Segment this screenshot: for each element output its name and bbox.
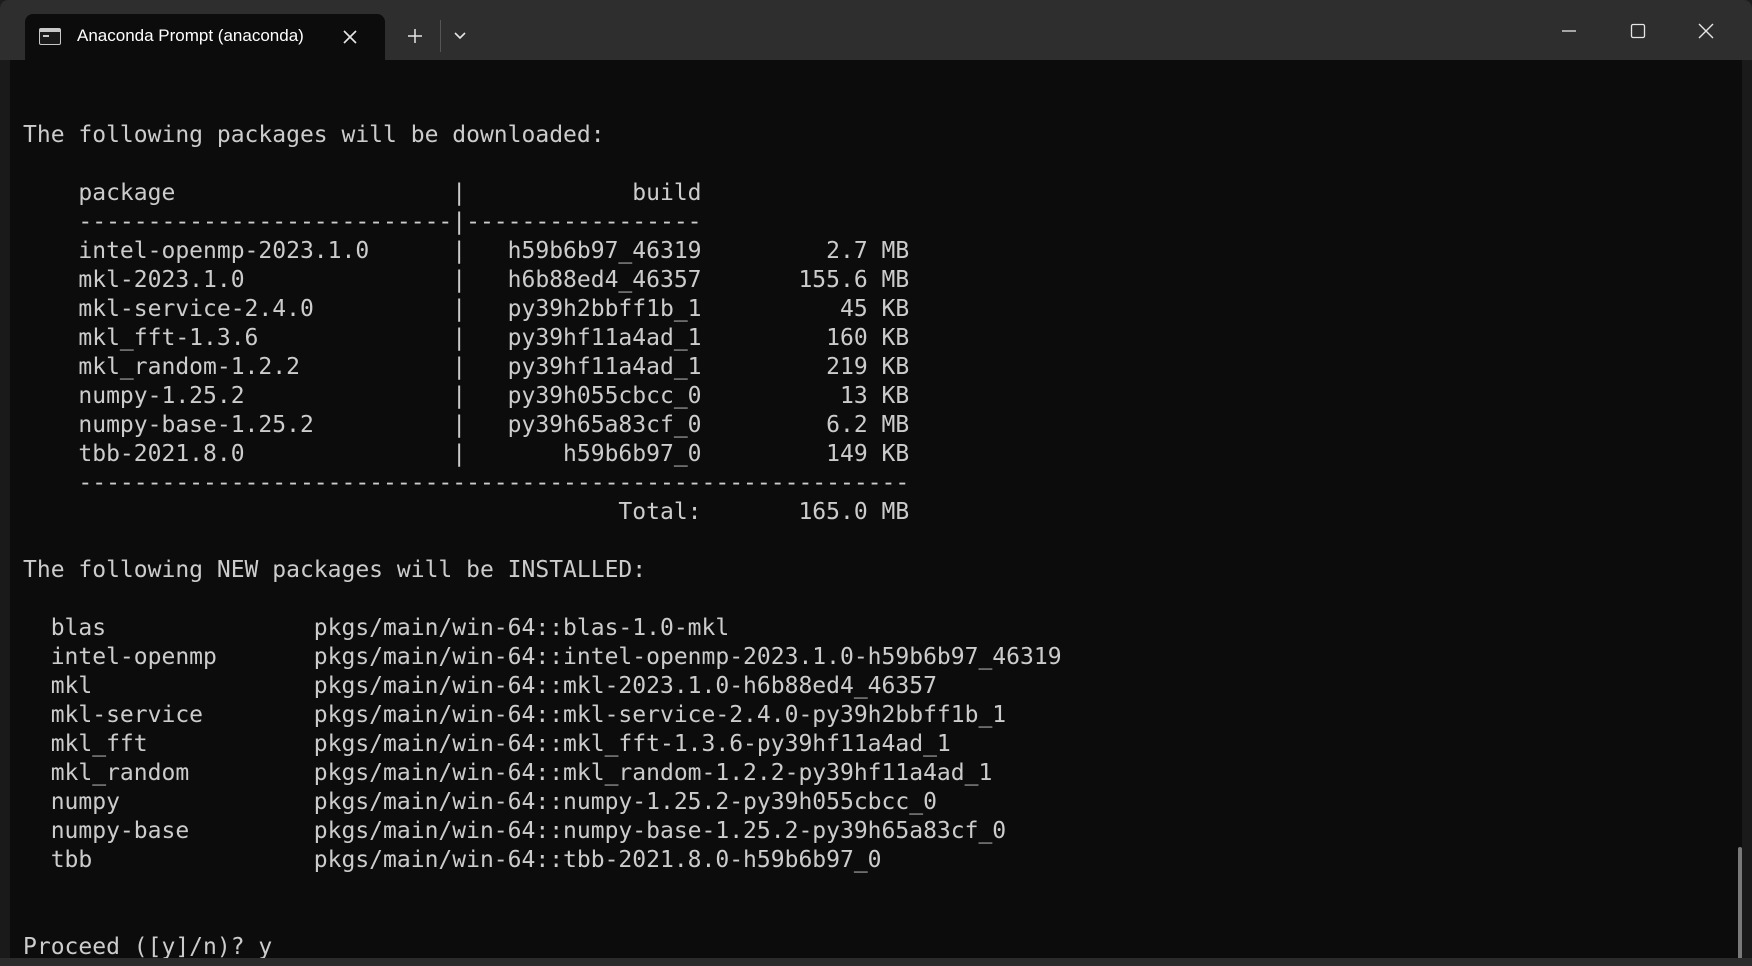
terminal-line: mkl_random pkgs/main/win-64::mkl_random-… <box>23 760 993 786</box>
close-icon <box>343 30 357 44</box>
terminal-line: blas pkgs/main/win-64::blas-1.0-mkl <box>23 615 730 641</box>
terminal-line: numpy-base pkgs/main/win-64::numpy-base-… <box>23 818 1007 844</box>
chevron-down-icon <box>454 32 466 40</box>
minimize-icon <box>1562 30 1576 32</box>
terminal-output: The following packages will be downloade… <box>23 92 1062 960</box>
terminal-line: mkl_random-1.2.2 | py39hf11a4ad_1 219 KB <box>23 354 910 380</box>
terminal-line: mkl-2023.1.0 | h6b88ed4_46357 155.6 MB <box>23 267 910 293</box>
maximize-icon <box>1630 23 1646 39</box>
terminal-line: tbb-2021.8.0 | h59b6b97_0 149 KB <box>23 441 910 467</box>
terminal-line: Total: 165.0 MB <box>23 499 910 525</box>
close-window-button[interactable] <box>1681 10 1731 52</box>
terminal-line: intel-openmp pkgs/main/win-64::intel-ope… <box>23 644 1062 670</box>
maximize-button[interactable] <box>1613 10 1663 52</box>
terminal-line: mkl-service pkgs/main/win-64::mkl-servic… <box>23 702 1007 728</box>
background-window-strip <box>0 958 1752 966</box>
terminal-line: tbb pkgs/main/win-64::tbb-2021.8.0-h59b6… <box>23 847 882 873</box>
terminal-line: mkl_fft-1.3.6 | py39hf11a4ad_1 160 KB <box>23 325 910 351</box>
terminal-line: mkl-service-2.4.0 | py39h2bbff1b_1 45 KB <box>23 296 910 322</box>
terminal-line: numpy-base-1.25.2 | py39h65a83cf_0 6.2 M… <box>23 412 910 438</box>
close-tab-button[interactable] <box>335 22 365 52</box>
vertical-scrollbar[interactable] <box>1738 847 1742 960</box>
title-bar[interactable]: Anaconda Prompt (anaconda) <box>0 0 1752 60</box>
tab-dropdown-button[interactable] <box>445 18 475 54</box>
terminal-line: mkl_fft pkgs/main/win-64::mkl_fft-1.3.6-… <box>23 731 951 757</box>
terminal-line: Proceed ([y]/n)? y <box>23 934 273 960</box>
terminal-window: Anaconda Prompt (anaconda) The following… <box>0 0 1752 960</box>
terminal-line: The following NEW packages will be INSTA… <box>23 557 647 583</box>
close-icon <box>1698 23 1714 39</box>
terminal-line: numpy-1.25.2 | py39h055cbcc_0 13 KB <box>23 383 910 409</box>
tab-anaconda-prompt[interactable]: Anaconda Prompt (anaconda) <box>25 14 385 60</box>
divider <box>440 20 441 52</box>
terminal-line: ---------------------------|------------… <box>23 209 702 235</box>
terminal-line: ----------------------------------------… <box>23 470 910 496</box>
terminal-line: numpy pkgs/main/win-64::numpy-1.25.2-py3… <box>23 789 937 815</box>
minimize-button[interactable] <box>1544 10 1594 52</box>
tab-title: Anaconda Prompt (anaconda) <box>77 26 304 45</box>
terminal-line: intel-openmp-2023.1.0 | h59b6b97_46319 2… <box>23 238 910 264</box>
terminal-line: The following packages will be downloade… <box>23 122 605 148</box>
new-tab-button[interactable] <box>400 18 430 54</box>
terminal-icon <box>39 28 61 45</box>
terminal-line: mkl pkgs/main/win-64::mkl-2023.1.0-h6b88… <box>23 673 937 699</box>
terminal-output-area[interactable]: The following packages will be downloade… <box>0 60 1752 960</box>
plus-icon <box>408 29 422 43</box>
terminal-line: package | build <box>23 180 702 206</box>
